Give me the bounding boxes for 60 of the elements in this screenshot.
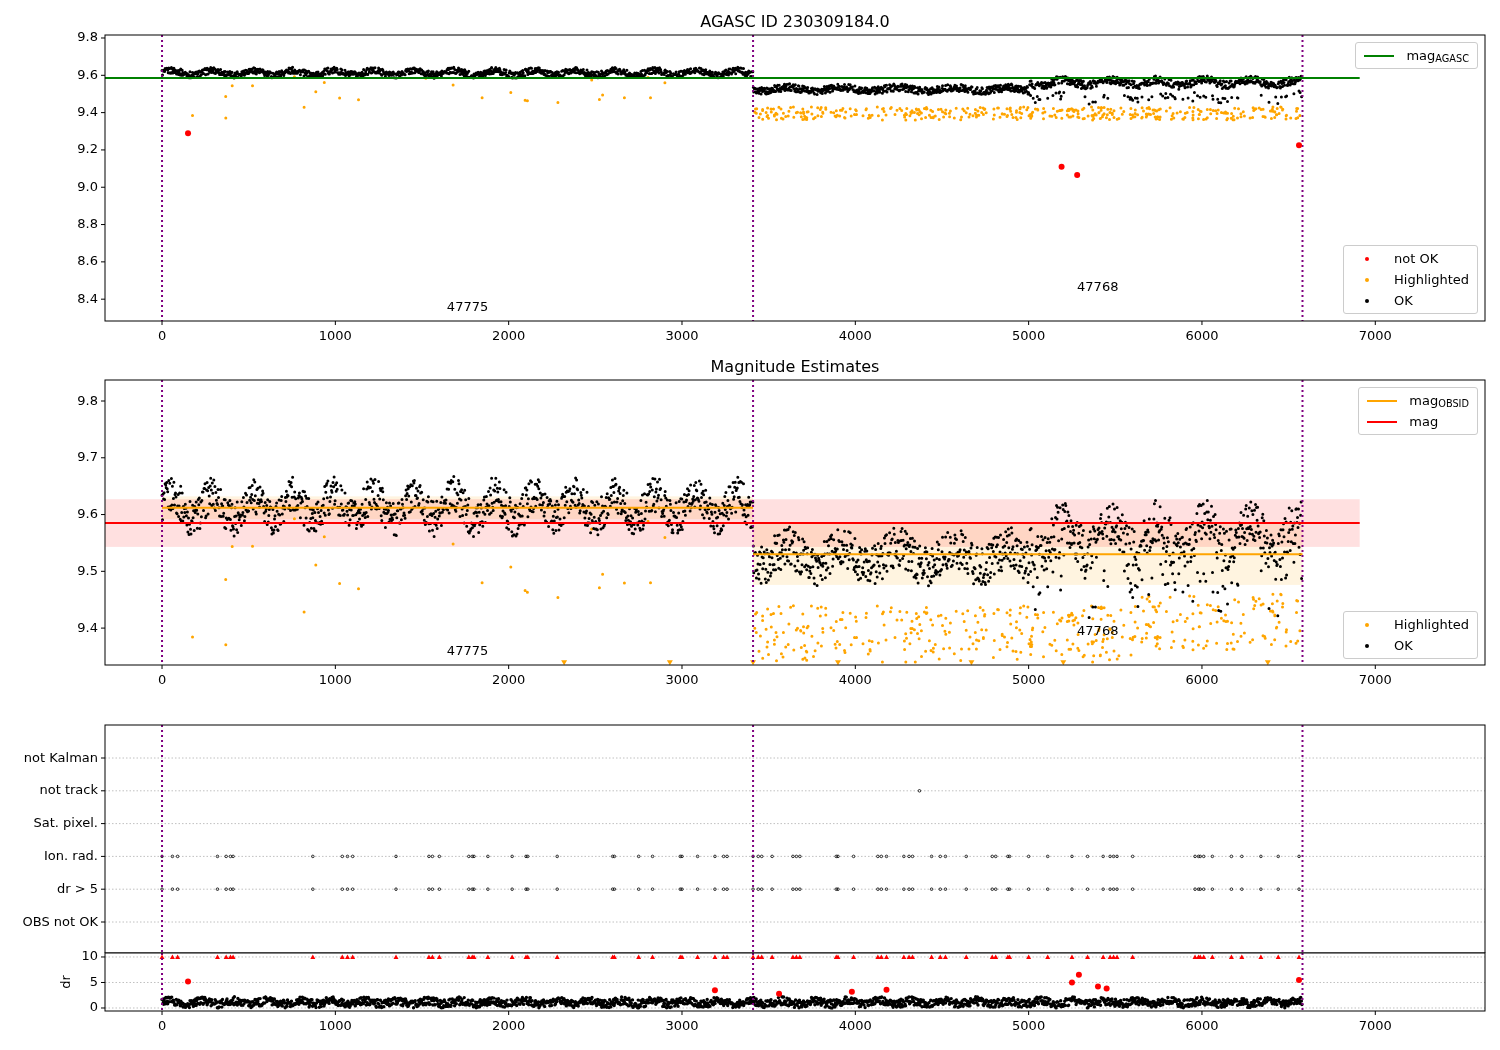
tick-label: 3000 bbox=[665, 328, 699, 343]
tick-label: 7000 bbox=[1358, 672, 1392, 687]
obsid-label: 47775 bbox=[446, 298, 489, 314]
tick-label: 0 bbox=[157, 1018, 167, 1033]
legend-label: not OK bbox=[1394, 249, 1439, 268]
tick-label: 3000 bbox=[665, 672, 699, 687]
axis-label: dr bbox=[58, 975, 73, 989]
tick-label: 10 bbox=[81, 948, 98, 964]
legend-label: OK bbox=[1394, 636, 1413, 655]
tick-label: 9.7 bbox=[77, 449, 98, 465]
tick-label: 4000 bbox=[838, 672, 872, 687]
tick-label: 6000 bbox=[1185, 1018, 1219, 1033]
tick-label: 0 bbox=[89, 999, 98, 1015]
flag-row-label: Sat. pixel. bbox=[33, 815, 98, 831]
tick-label: 4000 bbox=[838, 328, 872, 343]
tick-label: 8.6 bbox=[77, 253, 98, 269]
tick-label: 5000 bbox=[1012, 1018, 1046, 1033]
tick-label: 9.6 bbox=[77, 506, 98, 522]
tick-label: 5 bbox=[89, 974, 98, 989]
chart-title: Magnitude Estimates bbox=[710, 357, 880, 376]
tick-label: 8.4 bbox=[77, 290, 98, 306]
tick-label: 1000 bbox=[318, 672, 352, 687]
obsid-label: 47775 bbox=[446, 642, 489, 658]
legend-label: Highlighted bbox=[1394, 270, 1469, 289]
legend-label: mag$_{OBSID}$ bbox=[1409, 391, 1469, 411]
legend-label: mag bbox=[1409, 412, 1439, 431]
tick-label: 9.8 bbox=[77, 392, 98, 408]
flag-row-label: not track bbox=[39, 782, 98, 798]
tick-label: 9.4 bbox=[77, 104, 98, 120]
tick-label: 9.8 bbox=[77, 29, 98, 45]
tick-label: 7000 bbox=[1358, 1018, 1392, 1033]
tick-label: 2000 bbox=[492, 328, 526, 343]
tick-label: 1000 bbox=[318, 328, 352, 343]
flag-row-label: dr > 5 bbox=[56, 880, 98, 896]
obsid-label: 47768 bbox=[1077, 278, 1119, 294]
legend-label: OK bbox=[1394, 291, 1413, 310]
tick-label: 0 bbox=[157, 328, 167, 343]
tick-label: 4000 bbox=[838, 1018, 872, 1033]
flag-row-label: not Kalman bbox=[23, 749, 98, 765]
tick-label: 5000 bbox=[1012, 328, 1046, 343]
tick-label: 5000 bbox=[1012, 672, 1046, 687]
flag-row-label: OBS not OK bbox=[22, 913, 98, 929]
tick-label: 9.6 bbox=[77, 66, 98, 82]
tick-label: 9.2 bbox=[77, 141, 98, 157]
tick-label: 1000 bbox=[318, 1018, 352, 1033]
tick-label: 7000 bbox=[1358, 328, 1392, 343]
tick-label: 9.5 bbox=[77, 562, 98, 578]
tick-label: 6000 bbox=[1185, 672, 1219, 687]
legend-label: mag$_{AGASC}$ bbox=[1406, 46, 1469, 66]
chart-title: AGASC ID 230309184.0 bbox=[700, 12, 890, 31]
legend-label: Highlighted bbox=[1394, 615, 1469, 634]
tick-label: 8.8 bbox=[77, 216, 98, 232]
tick-label: 2000 bbox=[492, 1018, 526, 1033]
tick-label: 2000 bbox=[492, 672, 526, 687]
tick-label: 6000 bbox=[1185, 328, 1219, 343]
tick-label: 9.4 bbox=[77, 619, 98, 635]
tick-label: 3000 bbox=[665, 1018, 699, 1033]
flag-row-label: Ion. rad. bbox=[44, 847, 98, 863]
tick-label: 0 bbox=[157, 672, 167, 687]
tick-label: 9.0 bbox=[77, 178, 98, 194]
